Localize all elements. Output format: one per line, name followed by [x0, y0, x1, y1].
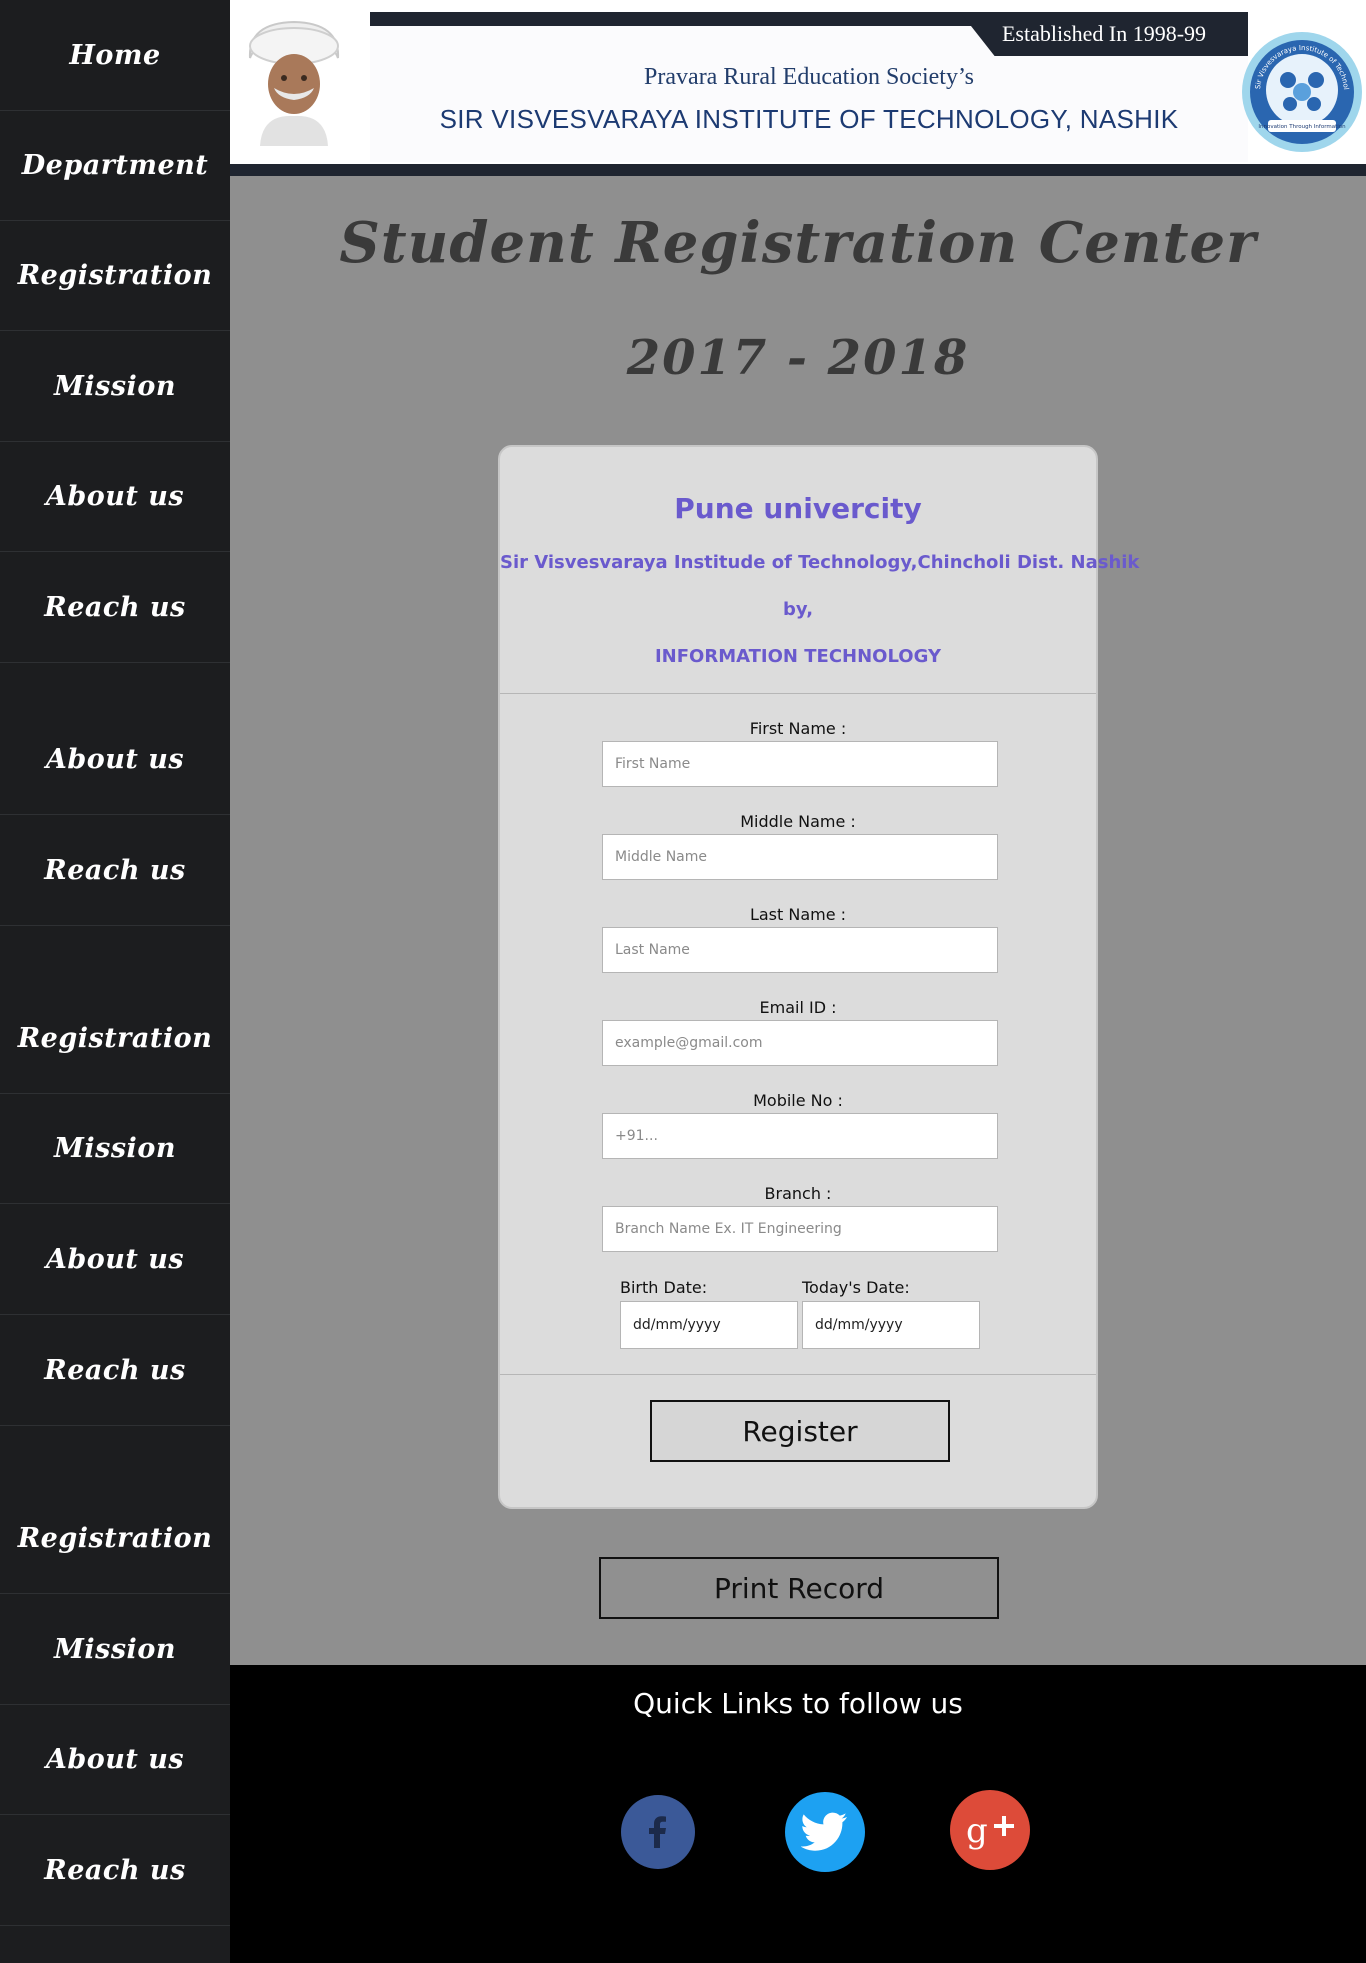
institute-heading: Sir Visvesvaraya Institude of Technology…: [500, 552, 1140, 573]
first-name-input[interactable]: [602, 741, 998, 787]
facebook-link[interactable]: [621, 1795, 695, 1869]
sidebar-item-department[interactable]: Department: [0, 110, 230, 221]
year-title: 2017 - 2018: [626, 330, 970, 386]
sidebar-item-about-us[interactable]: About us: [0, 704, 230, 815]
last-name-label: Last Name :: [749, 905, 847, 924]
googleplus-link[interactable]: g: [950, 1790, 1030, 1870]
institute-logo: Sir Visvesvaraya Institute of Technology…: [1238, 28, 1362, 152]
footer-title: Quick Links to follow us: [633, 1687, 963, 1720]
today-date-label: Today's Date:: [802, 1278, 910, 1297]
email-label: Email ID :: [759, 998, 837, 1017]
form-header: Pune univercity Sir Visvesvaraya Institu…: [500, 447, 1140, 694]
svg-text:g: g: [966, 1811, 988, 1850]
by-heading: by,: [782, 599, 814, 620]
sidebar: Home Department Registration Mission Abo…: [0, 0, 230, 1963]
branch-input[interactable]: [602, 1206, 998, 1252]
sidebar-item-about-us[interactable]: About us: [0, 1204, 230, 1315]
sidebar-item-registration[interactable]: Registration: [0, 220, 230, 331]
middle-name-label: Middle Name :: [740, 812, 856, 831]
sidebar-item-mission[interactable]: Mission: [0, 331, 230, 442]
branch-label: Branch :: [764, 1184, 832, 1203]
sidebar-item-mission[interactable]: Mission: [0, 1594, 230, 1705]
institute-name: SIR VISVESVARAYA INSTITUTE OF TECHNOLOGY…: [439, 104, 1179, 134]
first-name-label: First Name :: [749, 719, 847, 738]
sidebar-item-about-us[interactable]: About us: [0, 441, 230, 552]
sidebar-item-reach-us[interactable]: Reach us: [0, 1815, 230, 1926]
print-record-button[interactable]: Print Record: [599, 1557, 999, 1619]
sidebar-item-about-us[interactable]: About us: [0, 1704, 230, 1815]
facebook-icon: [649, 1816, 666, 1848]
mobile-input[interactable]: [602, 1113, 998, 1159]
footer: Quick Links to follow us g: [230, 1665, 1366, 1963]
sidebar-item-home[interactable]: Home: [0, 0, 230, 111]
middle-name-input[interactable]: [602, 834, 998, 880]
birth-date-input[interactable]: dd/mm/yyyy: [620, 1301, 798, 1349]
today-date-input[interactable]: dd/mm/yyyy: [802, 1301, 980, 1349]
sidebar-item-registration[interactable]: Registration: [0, 983, 230, 1094]
registration-form: Pune univercity Sir Visvesvaraya Institu…: [498, 445, 1140, 1509]
email-input[interactable]: [602, 1020, 998, 1066]
founder-portrait: [248, 20, 340, 146]
established-badge: Established In 1998-99: [960, 12, 1248, 56]
mobile-label: Mobile No :: [753, 1091, 843, 1110]
birth-date-label: Birth Date:: [620, 1278, 708, 1297]
googleplus-icon: g: [966, 1811, 1014, 1850]
twitter-link[interactable]: [785, 1792, 865, 1872]
university-heading: Pune univercity: [674, 492, 922, 525]
register-button[interactable]: Register: [650, 1400, 950, 1462]
sidebar-item-reach-us[interactable]: Reach us: [0, 1315, 230, 1426]
society-name: Pravara Rural Education Society’s: [644, 64, 974, 90]
department-heading: INFORMATION TECHNOLOGY: [654, 646, 942, 667]
sidebar-item-registration[interactable]: Registration: [0, 1483, 230, 1594]
twitter-icon: [801, 1812, 847, 1851]
last-name-input[interactable]: [602, 927, 998, 973]
header-divider: [230, 164, 1366, 176]
sidebar-item-reach-us[interactable]: Reach us: [0, 552, 230, 663]
logo-motto: Innovation Through Information: [1258, 124, 1346, 130]
sidebar-item-reach-us[interactable]: Reach us: [0, 815, 230, 926]
page-title: Student Registration Center: [339, 210, 1257, 276]
form-divider: [500, 1374, 1096, 1375]
sidebar-item-mission[interactable]: Mission: [0, 1093, 230, 1204]
